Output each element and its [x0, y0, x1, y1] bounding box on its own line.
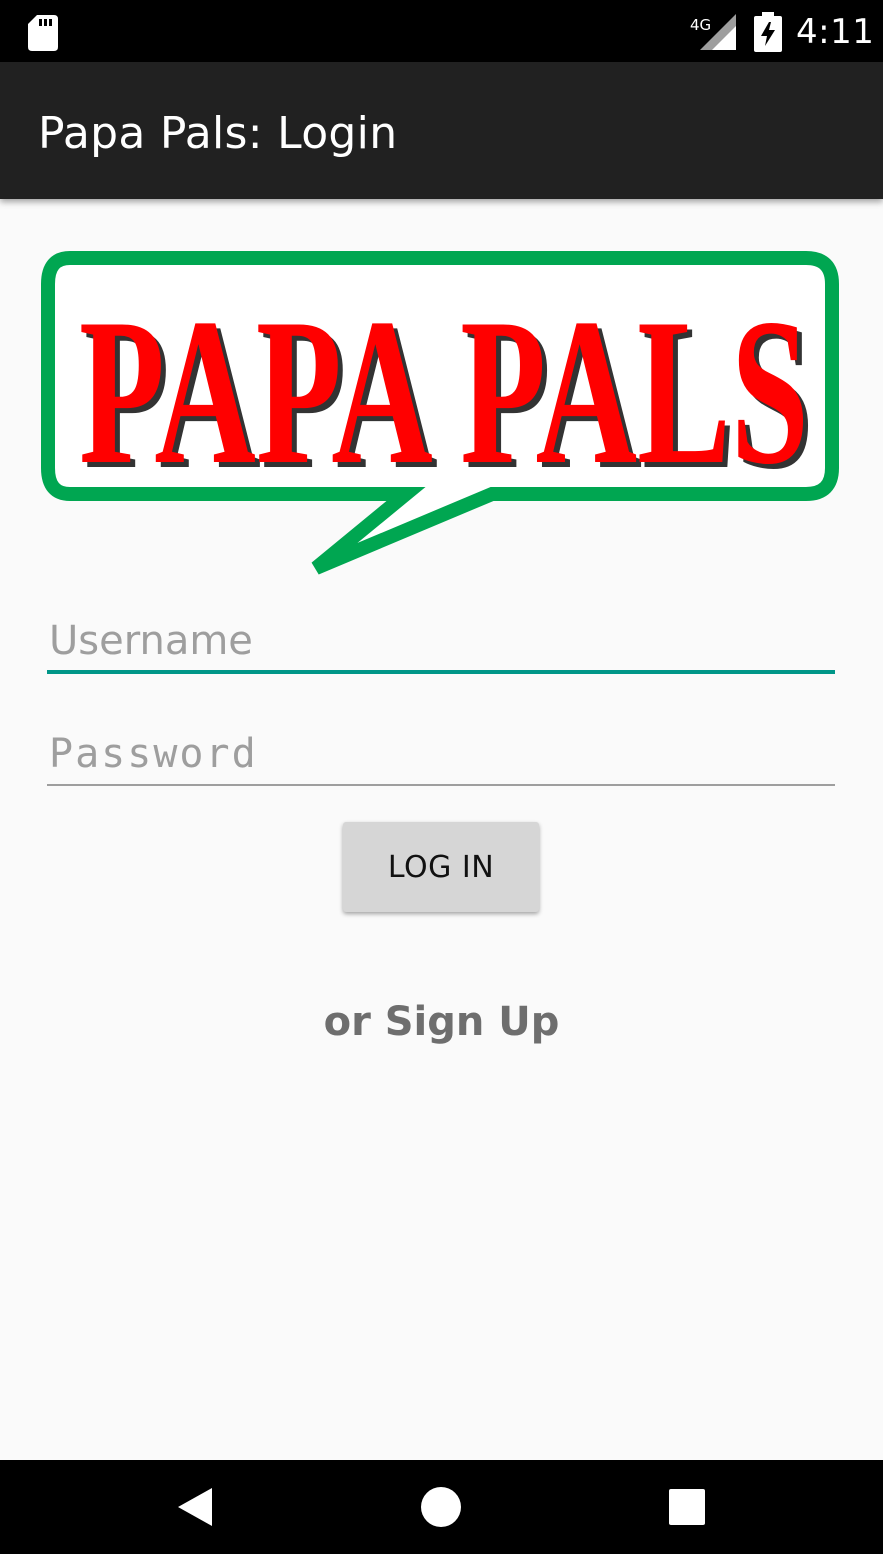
logo-text: PAPA PALS — [79, 276, 809, 508]
navigation-bar — [0, 1460, 883, 1554]
status-clock: 4:11 — [796, 12, 875, 52]
sd-card-icon — [28, 15, 58, 51]
cell-signal-icon: 4G — [690, 14, 736, 50]
battery-charging-icon — [754, 12, 782, 52]
login-button[interactable]: LOG IN — [343, 822, 539, 912]
papa-pals-logo: PAPA PALS PAPA PALS — [41, 251, 839, 575]
recents-icon[interactable] — [664, 1484, 710, 1530]
network-type-label: 4G — [690, 16, 711, 34]
username-field[interactable] — [47, 612, 835, 678]
signup-link[interactable]: or Sign Up — [0, 994, 883, 1050]
page-title: Papa Pals: Login — [38, 108, 398, 159]
password-field[interactable] — [47, 724, 835, 788]
status-bar: 4G 4:11 — [0, 0, 883, 62]
back-icon[interactable] — [172, 1484, 218, 1530]
home-icon[interactable] — [418, 1484, 464, 1530]
username-input[interactable] — [47, 612, 835, 674]
password-input[interactable] — [47, 724, 835, 786]
